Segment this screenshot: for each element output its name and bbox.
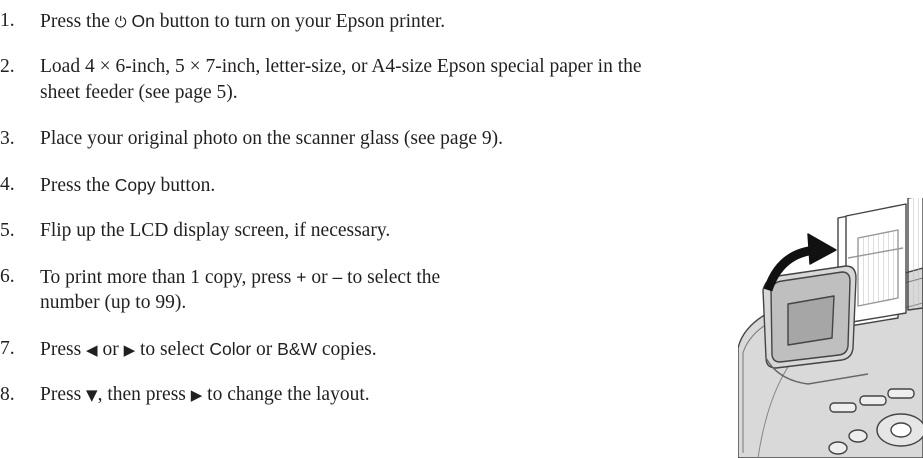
left-arrow-icon: ◀ xyxy=(86,341,98,359)
power-icon: ⏻ xyxy=(114,13,127,31)
down-arrow-icon: ▼ xyxy=(86,386,98,404)
step-number: 8. xyxy=(0,384,15,405)
step-number: 1. xyxy=(0,10,15,31)
step-number: 6. xyxy=(0,266,15,287)
copy-button-label: Copy xyxy=(114,175,156,195)
step-number: 2. xyxy=(0,56,15,77)
plus-key: + xyxy=(296,267,307,287)
step-number: 4. xyxy=(0,174,15,195)
step-number: 3. xyxy=(0,128,15,149)
right-arrow-icon: ▶ xyxy=(123,341,136,359)
on-button-label: On xyxy=(126,11,155,31)
step-number: 5. xyxy=(0,220,15,241)
step-number: 7. xyxy=(0,338,15,359)
minus-key: – xyxy=(332,267,343,287)
printer-lcd-illustration xyxy=(738,198,923,458)
color-option-label: Color xyxy=(209,339,252,359)
right-arrow-icon: ▶ xyxy=(190,386,203,404)
bw-option-label: B&W xyxy=(277,339,318,359)
